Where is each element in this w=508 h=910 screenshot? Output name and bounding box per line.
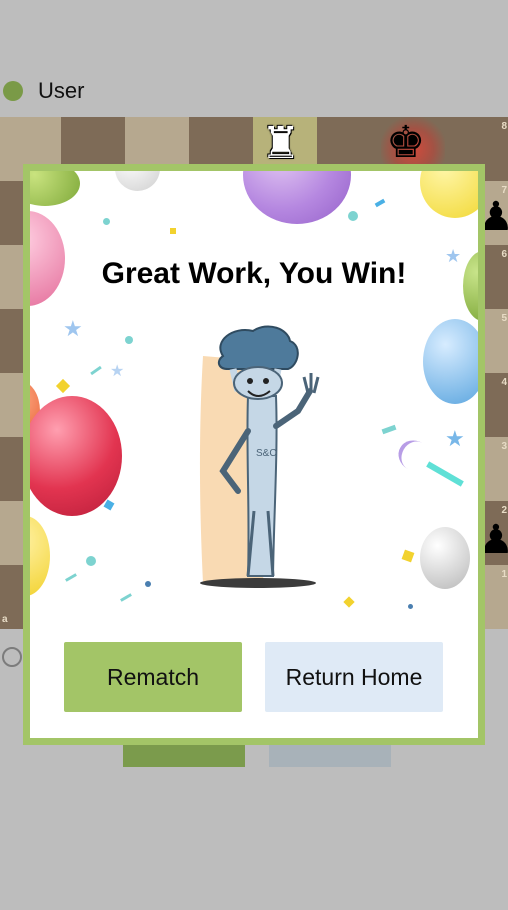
balloon-decoration bbox=[115, 171, 160, 191]
rank-label-8: 8 bbox=[501, 121, 507, 132]
rank-label-1: 1 bbox=[501, 569, 507, 580]
confetti-decoration bbox=[348, 211, 358, 221]
confetti-decoration: ★ bbox=[110, 363, 125, 380]
confetti-decoration bbox=[401, 549, 415, 563]
confetti-decoration bbox=[120, 593, 132, 602]
confetti-decoration bbox=[55, 378, 71, 394]
rank-label-6: 6 bbox=[501, 249, 507, 260]
rank-label-2: 2 bbox=[501, 505, 507, 516]
file-label-a: a bbox=[2, 614, 8, 625]
balloon-decoration bbox=[420, 527, 470, 589]
rank-label-4: 4 bbox=[501, 377, 507, 388]
balloon-decoration bbox=[30, 516, 50, 596]
confetti-decoration bbox=[343, 596, 355, 608]
white-rook-icon[interactable]: ♜ bbox=[261, 122, 300, 166]
confetti-decoration bbox=[145, 581, 151, 587]
rank-label-5: 5 bbox=[501, 313, 507, 324]
celebrating-chess-piece-icon: S&C bbox=[199, 325, 320, 588]
confetti-decoration: ★ bbox=[445, 426, 465, 451]
confetti-decoration bbox=[392, 434, 438, 478]
confetti-decoration bbox=[426, 461, 464, 487]
confetti-decoration bbox=[125, 336, 133, 344]
player-name: User bbox=[38, 78, 85, 103]
confetti-decoration bbox=[90, 365, 102, 376]
rank-label-3: 3 bbox=[501, 441, 507, 452]
confetti-decoration bbox=[65, 573, 77, 582]
balloon-decoration bbox=[423, 319, 478, 404]
win-title: Great Work, You Win! bbox=[101, 257, 407, 290]
balloon-decoration bbox=[243, 171, 351, 224]
confetti-decoration bbox=[103, 218, 110, 225]
confetti-decoration bbox=[86, 556, 96, 566]
black-king-icon[interactable]: ♚ bbox=[386, 121, 425, 165]
player-status-dot bbox=[3, 81, 23, 101]
confetti-decoration bbox=[170, 228, 176, 234]
player-bar: User bbox=[0, 68, 508, 114]
return-home-button[interactable]: Return Home bbox=[265, 642, 443, 712]
confetti-decoration bbox=[374, 198, 386, 208]
balloon-decoration bbox=[30, 396, 122, 516]
confetti-decoration bbox=[103, 499, 115, 511]
opponent-status-radio bbox=[2, 647, 22, 667]
confetti-decoration bbox=[381, 424, 397, 435]
confetti-decoration: ★ bbox=[63, 316, 83, 341]
balloon-decoration bbox=[420, 171, 478, 218]
confetti-decoration bbox=[408, 604, 413, 609]
svg-text:S&C: S&C bbox=[256, 448, 277, 459]
balloon-decoration bbox=[30, 171, 80, 206]
rematch-button[interactable]: Rematch bbox=[64, 642, 242, 712]
win-dialog: ★ ★ ★ ★ Great Work, You Win! S&C Rematch… bbox=[23, 164, 485, 745]
